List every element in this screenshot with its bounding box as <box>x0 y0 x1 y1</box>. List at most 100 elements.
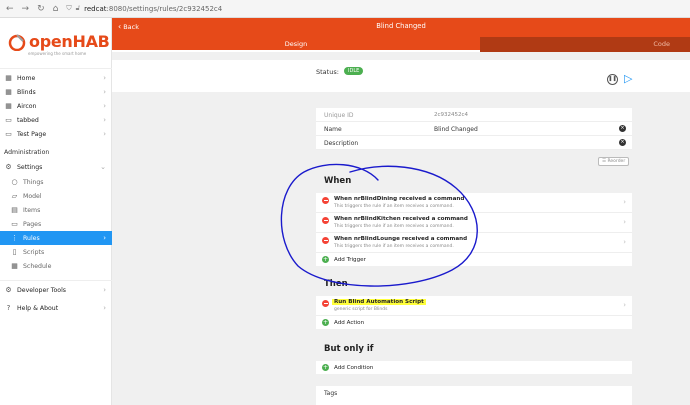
sidebar-item-things[interactable]: ○ Things <box>0 175 112 189</box>
chevron-right-icon: › <box>623 238 626 246</box>
tab-code[interactable]: Code <box>480 37 690 52</box>
back-arrow-icon[interactable]: ← <box>6 4 14 14</box>
add-icon: + <box>322 319 329 326</box>
script-icon: ▯ <box>12 248 17 256</box>
name-row[interactable]: Name Blind Changed × <box>316 122 632 136</box>
reload-icon[interactable]: ↻ <box>37 4 45 14</box>
tags-card: Tags <box>316 386 632 405</box>
pause-icon: ❚❚ <box>608 76 617 82</box>
pause-button[interactable]: ❚❚ <box>607 74 618 85</box>
trigger-item[interactable]: When nrBlindLounge received a command Th… <box>316 233 632 253</box>
tab-design[interactable]: Design <box>112 37 480 52</box>
tab-bar: Design Code <box>112 37 690 52</box>
wrench-icon: ⚙ <box>5 286 12 294</box>
sidebar-item-aircon[interactable]: ▦ Aircon › <box>0 99 112 113</box>
url-host: redcat <box>84 4 107 13</box>
only-if-heading: But only if <box>324 344 374 354</box>
rule-info-card: Unique ID 2c932452c4 Name Blind Changed … <box>316 108 632 150</box>
sidebar-item-home[interactable]: ▦ Home › <box>0 71 112 85</box>
action-item[interactable]: Run Blind Automation Script generic scri… <box>316 296 632 316</box>
sidebar-item-model[interactable]: ▱ Model <box>0 189 112 203</box>
tab-icon: ▭ <box>5 116 12 124</box>
then-heading: Then <box>324 279 348 289</box>
gear-icon: ⚙ <box>5 163 12 171</box>
add-action-button[interactable]: + Add Action <box>316 316 632 329</box>
sidebar-item-schedule[interactable]: ▦ Schedule <box>0 259 112 273</box>
url-path: :8080/settings/rules/2c932452c4 <box>106 4 223 13</box>
divider <box>0 68 112 69</box>
clear-icon[interactable]: × <box>619 139 626 146</box>
chevron-right-icon: › <box>103 286 106 294</box>
divider <box>0 280 112 281</box>
trigger-item[interactable]: When nrBlindKitchen received a command T… <box>316 213 632 233</box>
trigger-item[interactable]: When nrBlindDining received a command Th… <box>316 193 632 213</box>
status-badge: IDLE <box>344 67 364 75</box>
chevron-right-icon: › <box>103 102 106 110</box>
reorder-icon: ☰ <box>602 159 607 164</box>
sidebar-item-scripts[interactable]: ▯ Scripts <box>0 245 112 259</box>
reorder-button[interactable]: ☰ Reorder <box>598 157 630 166</box>
sidebar-item-developer-tools[interactable]: ⚙ Developer Tools › <box>0 283 112 297</box>
remove-icon[interactable] <box>322 300 329 307</box>
actions-card: Run Blind Automation Script generic scri… <box>316 296 632 329</box>
sidebar-item-rules[interactable]: ⋮ Rules › <box>0 231 112 245</box>
uid-value: 2c932452c4 <box>434 112 469 118</box>
forward-arrow-icon[interactable]: → <box>22 4 30 14</box>
sidebar-heading-administration: Administration <box>4 149 50 156</box>
chevron-right-icon: › <box>623 301 626 309</box>
chevron-right-icon: › <box>103 116 106 124</box>
chevron-right-icon: › <box>623 198 626 206</box>
browser-toolbar: ← → ↻ ⌂ ⛉ 🔓︎ redcat:8080/settings/rules/… <box>0 0 690 18</box>
sidebar-item-items[interactable]: ▤ Items <box>0 203 112 217</box>
uid-row: Unique ID 2c932452c4 <box>316 108 632 122</box>
chevron-right-icon: › <box>103 304 106 312</box>
chevron-right-icon: › <box>103 234 106 242</box>
model-icon: ▱ <box>11 192 18 200</box>
sidebar: openHAB empowering the smart home ▦ Home… <box>0 18 112 405</box>
items-icon: ▤ <box>11 206 18 214</box>
chevron-right-icon: › <box>103 74 106 82</box>
chevron-right-icon: › <box>623 218 626 226</box>
chevron-right-icon: › <box>103 88 106 96</box>
add-condition-button[interactable]: + Add Condition <box>316 361 632 374</box>
conditions-card: + Add Condition <box>316 361 632 374</box>
help-icon: ? <box>6 304 11 312</box>
logo-tagline: empowering the smart home <box>28 51 87 56</box>
grid-icon: ▦ <box>5 88 12 96</box>
status-label: Status: <box>316 68 339 76</box>
logo-text: openHAB <box>29 32 110 51</box>
description-row[interactable]: Description × <box>316 136 632 150</box>
home-icon[interactable]: ⌂ <box>53 4 59 14</box>
openhab-logo-icon <box>8 33 26 51</box>
remove-icon[interactable] <box>322 197 329 204</box>
triggers-card: When nrBlindDining received a command Th… <box>316 193 632 266</box>
tags-row[interactable]: Tags <box>316 386 632 400</box>
clear-icon[interactable]: × <box>619 125 626 132</box>
add-trigger-button[interactable]: + Add Trigger <box>316 253 632 266</box>
sidebar-item-blinds[interactable]: ▦ Blinds › <box>0 85 112 99</box>
chevron-down-icon: ⌄ <box>100 163 106 171</box>
pages-icon: ▭ <box>11 220 18 228</box>
description-label: Description <box>324 140 359 147</box>
page-title: Blind Changed <box>376 22 426 30</box>
chevron-right-icon: › <box>103 130 106 138</box>
run-button[interactable]: ▷ <box>624 73 632 85</box>
address-bar[interactable]: ⛉ 🔓︎ redcat:8080/settings/rules/2c932452… <box>66 4 222 13</box>
page-header: ‹ Back Blind Changed Design Code <box>112 18 690 52</box>
add-icon: + <box>322 364 329 371</box>
sidebar-item-test-page[interactable]: ▭ Test Page › <box>0 127 112 141</box>
name-label: Name <box>324 126 342 133</box>
shield-icon: ⛉ <box>66 4 72 12</box>
sidebar-item-settings[interactable]: ⚙ Settings ⌄ <box>0 160 112 174</box>
remove-icon[interactable] <box>322 237 329 244</box>
name-input[interactable]: Blind Changed <box>434 126 478 133</box>
sidebar-item-help-about[interactable]: ? Help & About › <box>0 301 112 315</box>
remove-icon[interactable] <box>322 217 329 224</box>
sidebar-item-pages[interactable]: ▭ Pages <box>0 217 112 231</box>
rules-icon: ⋮ <box>11 234 18 242</box>
logo[interactable]: openHAB <box>8 32 110 51</box>
sidebar-item-tabbed[interactable]: ▭ tabbed › <box>0 113 112 127</box>
lightbulb-icon: ○ <box>11 178 18 186</box>
tags-label: Tags <box>324 390 338 397</box>
lock-icon: 🔓︎ <box>75 4 81 12</box>
